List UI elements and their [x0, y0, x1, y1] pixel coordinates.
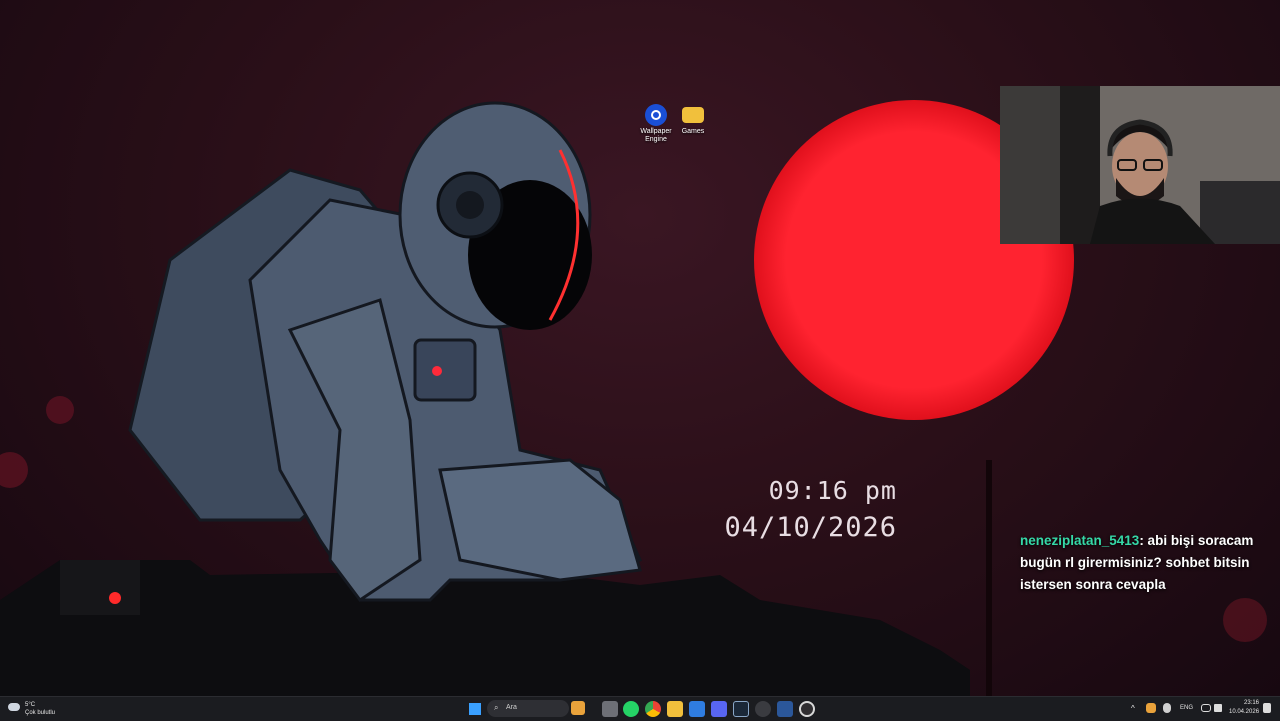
- chat-message: neneziplatan_5413: abi bişi soracam bugü…: [1020, 530, 1270, 596]
- word-icon[interactable]: [777, 701, 793, 717]
- wallpaper-engine-icon: [645, 104, 667, 126]
- webcam-overlay: [1000, 86, 1280, 244]
- weather-widget[interactable]: 5°C Çok bulutlu: [8, 700, 68, 718]
- volume-icon[interactable]: [1214, 704, 1222, 712]
- desktop-icon-label: Engine: [645, 136, 667, 143]
- notification-icon[interactable]: [1263, 703, 1271, 713]
- taskbar-time[interactable]: 23:16: [1244, 700, 1259, 706]
- search-placeholder: Ara: [506, 704, 517, 711]
- tray-microphone-icon[interactable]: [1163, 703, 1171, 713]
- whatsapp-icon[interactable]: [623, 701, 639, 717]
- desktop-icon-games[interactable]: Games: [671, 104, 715, 136]
- file-explorer-icon[interactable]: [667, 701, 683, 717]
- app-blue-icon[interactable]: [689, 701, 705, 717]
- chat-username: neneziplatan_5413: [1020, 533, 1140, 548]
- folder-icon: [682, 107, 704, 123]
- steam-icon[interactable]: [733, 701, 749, 717]
- weather-temp: 5°C: [25, 702, 36, 708]
- tray-app-icon[interactable]: [1146, 703, 1156, 713]
- network-icon[interactable]: [1201, 704, 1211, 712]
- search-icon: ⌕: [494, 703, 499, 712]
- discord-icon[interactable]: [711, 701, 727, 717]
- language-indicator[interactable]: ENG: [1180, 705, 1193, 711]
- taskbar: 5°C Çok bulutlu ⌕ Ara ^ ENG 23:16 10.04.…: [0, 696, 1280, 721]
- settings-gear-icon[interactable]: [755, 701, 771, 717]
- clock-time: 09:16 pm: [768, 476, 897, 505]
- task-view-icon[interactable]: [602, 701, 618, 717]
- search-highlight-icon: [571, 701, 585, 715]
- tray-overflow-chevron-icon[interactable]: ^: [1131, 704, 1135, 713]
- chrome-icon[interactable]: [645, 701, 661, 717]
- search-box[interactable]: ⌕ Ara: [487, 700, 585, 717]
- taskbar-date[interactable]: 10.04.2026: [1229, 709, 1259, 715]
- windows-icon: [469, 703, 481, 715]
- clock-date: 04/10/2026: [724, 512, 897, 543]
- weather-cloud-icon: [8, 703, 20, 711]
- obs-icon[interactable]: [799, 701, 815, 717]
- desktop-icon-label: Games: [681, 128, 705, 135]
- start-button[interactable]: [467, 701, 483, 717]
- weather-desc: Çok bulutlu: [25, 710, 56, 716]
